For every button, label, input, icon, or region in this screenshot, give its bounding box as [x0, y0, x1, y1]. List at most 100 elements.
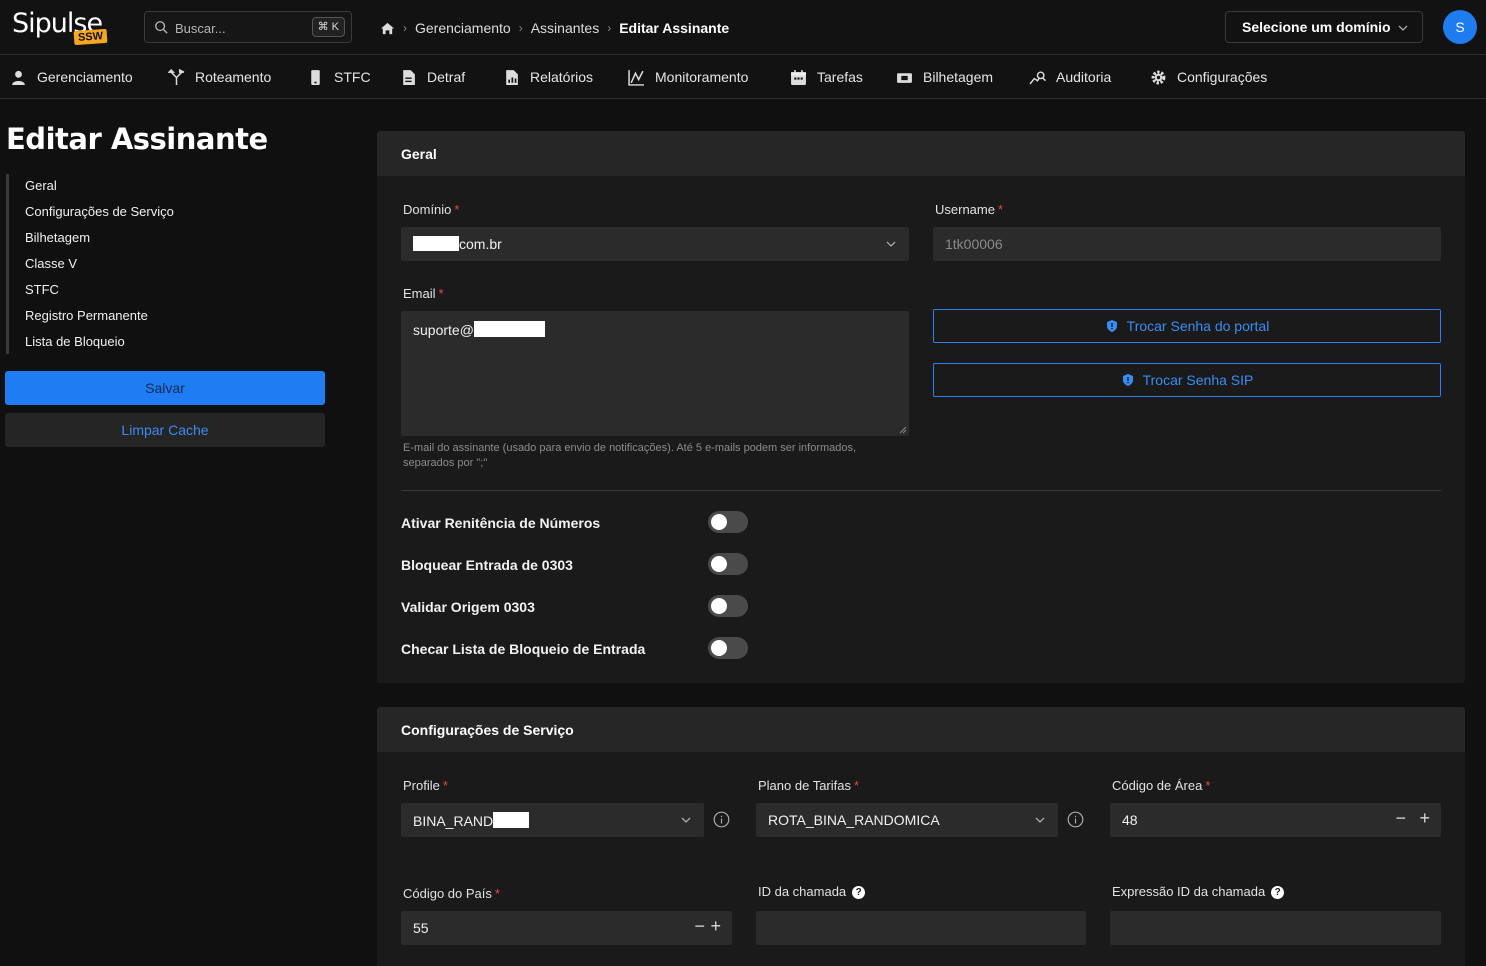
shield-icon	[1122, 374, 1133, 386]
email-value: suporte@	[413, 322, 474, 338]
domain-select-field[interactable]: com.br	[401, 227, 909, 261]
toggle-label-bloquear-0303: Bloquear Entrada de 0303	[401, 557, 573, 573]
section-nav-item-classe-v[interactable]: Classe V	[25, 256, 77, 271]
nav-item-configuracoes[interactable]: Configurações	[1150, 67, 1267, 87]
nav-item-stfc[interactable]: STFC	[307, 67, 371, 87]
nav-item-roteamento[interactable]: Roteamento	[168, 67, 271, 87]
change-sip-password-button[interactable]: Trocar Senha SIP	[933, 363, 1441, 397]
search-box[interactable]: ⌘ K	[144, 11, 352, 43]
breadcrumb-item-assinantes[interactable]: Assinantes	[531, 20, 599, 36]
nav-label: Gerenciamento	[37, 69, 133, 85]
page-title: Editar Assinante	[6, 122, 268, 156]
gear-icon	[1151, 70, 1166, 84]
chevron-right-icon: ›	[607, 21, 612, 35]
nav-item-detraf[interactable]: Detraf	[400, 67, 465, 87]
chevron-down-icon	[1035, 817, 1045, 823]
caller-id-label: ID da chamada?	[758, 884, 866, 899]
nav-label: Auditoria	[1056, 69, 1112, 85]
section-nav-item-configuracoes-servico[interactable]: Configurações de Serviço	[25, 204, 174, 219]
country-code-label: Código do País *	[403, 886, 500, 901]
nav-item-relatorios[interactable]: Relatórios	[503, 67, 593, 87]
nav-item-tarefas[interactable]: Tarefas	[790, 67, 863, 87]
plus-icon[interactable]: +	[710, 916, 721, 937]
nav-label: Roteamento	[195, 69, 272, 85]
area-code-value: 48	[1122, 812, 1138, 828]
section-nav-item-geral[interactable]: Geral	[25, 178, 57, 193]
help-icon[interactable]: ?	[852, 886, 866, 899]
minus-icon[interactable]: −	[1395, 808, 1406, 829]
email-help-text: E-mail do assinante (usado para envio de…	[403, 442, 857, 469]
nav-label: Detraf	[427, 69, 466, 85]
logo-badge: SSW	[73, 28, 108, 46]
search-icon	[155, 21, 168, 34]
save-button[interactable]: Salvar	[5, 371, 325, 405]
country-code-value: 55	[413, 920, 429, 936]
phone-icon	[311, 69, 320, 85]
nav-item-gerenciamento[interactable]: Gerenciamento	[10, 67, 133, 87]
main-nav: Gerenciamento Roteamento STFC Detraf Rel…	[0, 56, 1486, 99]
profile-label: Profile *	[403, 778, 448, 793]
section-nav-item-stfc[interactable]: STFC	[25, 282, 59, 297]
area-code-input[interactable]: 48 − +	[1110, 803, 1441, 837]
chevron-down-icon	[681, 817, 691, 823]
panel-servico: Configurações de Serviço Profile * BINA_R…	[377, 707, 1465, 966]
toggle-label-validar-0303: Validar Origem 0303	[401, 599, 535, 615]
user-icon	[12, 70, 25, 85]
domain-label: Domínio *	[403, 202, 460, 217]
redacted-block	[473, 321, 545, 337]
toggle-bloquear-0303[interactable]	[708, 553, 748, 575]
nav-label: Monitoramento	[655, 69, 749, 85]
help-icon[interactable]: ?	[1271, 886, 1285, 899]
username-label: Username *	[935, 202, 1004, 217]
caller-id-expression-input[interactable]	[1110, 911, 1441, 945]
panel-geral: Geral Domínio * com.br Username * 1tk00006…	[377, 131, 1465, 683]
toggle-label-lista-bloqueio: Checar Lista de Bloqueio de Entrada	[401, 641, 646, 657]
chevron-down-icon	[1398, 25, 1408, 31]
domain-select-label: Selecione um domínio	[1242, 19, 1391, 35]
document-icon	[403, 69, 415, 85]
nav-label: STFC	[334, 69, 371, 85]
avatar[interactable]: S	[1443, 10, 1477, 44]
home-icon[interactable]	[380, 21, 395, 36]
tariff-plan-label: Plano de Tarifas *	[758, 778, 860, 793]
routing-icon	[168, 68, 185, 85]
domain-select[interactable]: Selecione um domínio	[1225, 11, 1423, 43]
audit-icon	[1029, 70, 1046, 84]
section-nav: Geral Configurações de Serviço Bilhetage…	[6, 174, 206, 354]
nav-label: Bilhetagem	[923, 69, 994, 85]
nav-item-auditoria[interactable]: Auditoria	[1029, 67, 1111, 87]
resize-handle-icon[interactable]	[899, 426, 907, 434]
change-portal-password-button[interactable]: Trocar Senha do portal	[933, 309, 1441, 343]
plus-icon[interactable]: +	[1419, 808, 1430, 829]
tariff-plan-select[interactable]: ROTA_BINA_RANDOMICA	[756, 803, 1058, 837]
chart-icon	[628, 69, 644, 86]
country-code-input[interactable]: 55 − +	[401, 911, 732, 945]
minus-icon[interactable]: −	[694, 916, 705, 937]
section-nav-item-bilhetagem[interactable]: Bilhetagem	[25, 230, 90, 245]
info-icon[interactable]	[713, 811, 730, 828]
breadcrumb: › Gerenciamento › Assinantes › Editar As…	[380, 18, 729, 38]
chevron-down-icon	[886, 241, 896, 247]
logo[interactable]: Sipulse SSW	[12, 8, 112, 50]
info-icon[interactable]	[1067, 811, 1084, 828]
panel-servico-title: Configurações de Serviço	[377, 707, 1465, 752]
calendar-icon	[791, 69, 806, 85]
breadcrumb-item-gerenciamento[interactable]: Gerenciamento	[415, 20, 511, 36]
profile-select[interactable]: BINA_RAND	[401, 803, 704, 837]
search-input[interactable]	[175, 18, 295, 38]
clear-cache-button[interactable]: Limpar Cache	[5, 413, 325, 447]
panel-geral-title: Geral	[377, 131, 1465, 176]
nav-label: Relatórios	[530, 69, 594, 85]
toggle-renitencia[interactable]	[708, 511, 748, 533]
nav-label: Configurações	[1177, 69, 1268, 85]
caller-id-input[interactable]	[756, 911, 1086, 945]
toggle-validar-0303[interactable]	[708, 595, 748, 617]
shield-icon	[1106, 320, 1117, 332]
section-nav-item-lista-bloqueio[interactable]: Lista de Bloqueio	[25, 334, 125, 349]
email-textarea[interactable]: suporte@	[401, 311, 909, 436]
nav-item-monitoramento[interactable]: Monitoramento	[628, 67, 748, 87]
nav-item-bilhetagem[interactable]: Bilhetagem	[896, 67, 993, 87]
toggle-lista-bloqueio[interactable]	[708, 637, 748, 659]
section-nav-item-registro-permanente[interactable]: Registro Permanente	[25, 308, 148, 323]
top-bar: Sipulse SSW ⌘ K › Gerenciamento › Assina…	[0, 0, 1486, 55]
